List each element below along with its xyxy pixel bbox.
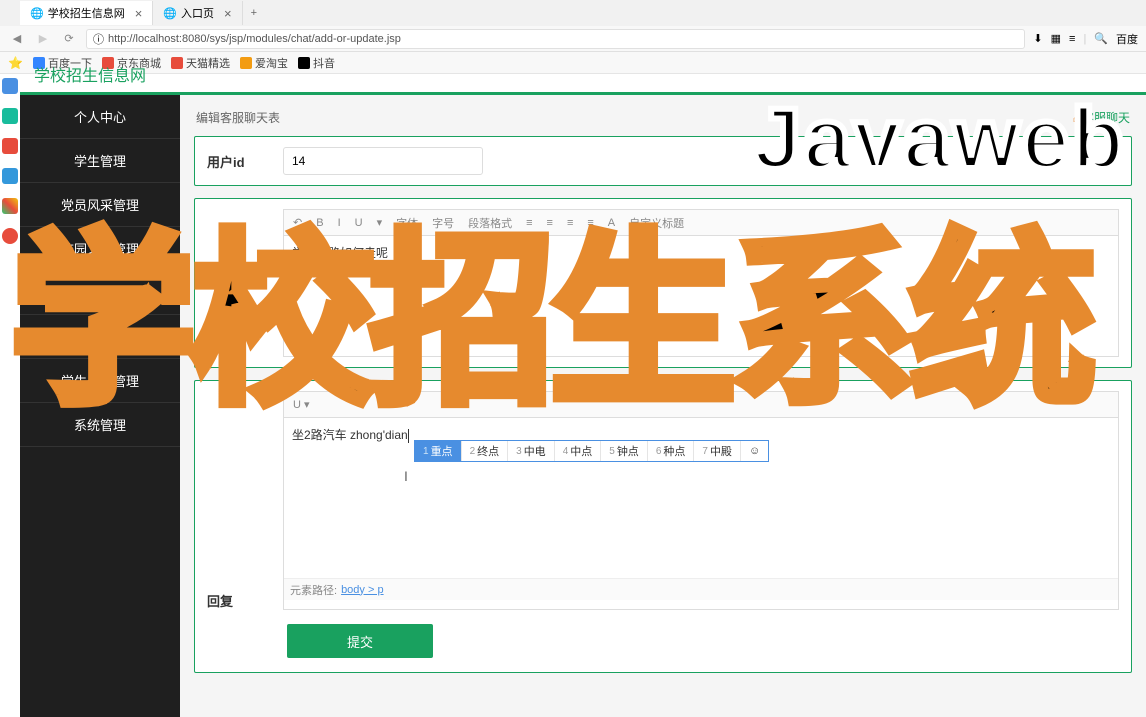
uid-input[interactable] [283,147,483,175]
lock-icon: ⓘ [93,31,104,47]
ime-option[interactable]: 5钟点 [601,441,648,461]
ime-emoji-button[interactable]: ☺ [741,441,768,461]
app-title: 学校招生信息网 [34,62,146,86]
url-input[interactable] [108,33,1018,45]
dropdown-icon[interactable]: ▾ [374,216,386,229]
sidebar-item-student[interactable]: 学生管理 [20,139,180,183]
font-family[interactable]: 字体 [393,215,421,231]
sidebar: 个人中心 学生管理 党员风采管理 校园之家管理 录取 学生录取管理 系统管理 [20,95,180,717]
align-icon[interactable]: ≡ [564,217,576,229]
element-path-link[interactable]: body > p [341,584,384,596]
ime-option[interactable]: 6种点 [648,441,695,461]
element-path-label: 元素路径: [290,582,337,598]
download-icon[interactable]: ⬇ [1033,32,1042,45]
uid-card: 用户id [194,136,1132,186]
ime-option[interactable]: 7中殿 [694,441,741,461]
tab-title: 入口页 [181,5,214,21]
globe-icon: 🌐 [30,7,44,20]
ime-option[interactable]: 4中点 [555,441,602,461]
sidebar-item-profile[interactable]: 个人中心 [20,95,180,139]
address-bar: ◀ ▶ ⟳ ⓘ ⬇ ▦ ≡ | 🔍 百度 [0,26,1146,52]
close-icon[interactable]: × [135,6,143,21]
sidebar-item-system[interactable]: 系统管理 [20,403,180,447]
align-icon[interactable]: ≡ [584,217,596,229]
settings-icon[interactable]: ≡ [1069,33,1075,45]
url-box[interactable]: ⓘ [86,29,1025,49]
rail-icon[interactable] [2,108,18,124]
breadcrumb: 编辑客服聊天表 ⌂ 客服聊天 [194,105,1132,136]
refresh-button[interactable]: ⟳ [60,30,78,48]
editor1-card: ↶ B I U ▾ 字体 字号 段落格式 ≡ ≡ ≡ ≡ A [194,198,1132,368]
breadcrumb-right[interactable]: ⌂ 客服聊天 [1073,109,1130,126]
breadcrumb-title: 编辑客服聊天表 [196,109,280,126]
editor-toolbar: ↶ B I U ▾ 字体 字号 段落格式 ≡ ≡ ≡ ≡ A [284,210,1118,236]
align-icon[interactable]: ≡ [544,217,556,229]
rail-icon[interactable] [2,228,18,244]
reply-label: 回复 [207,391,271,610]
underline-button[interactable]: U [352,217,366,229]
rail-icon[interactable] [2,78,18,94]
font-size[interactable]: 字号 [429,215,457,231]
ime-option[interactable]: 3中电 [508,441,555,461]
back-button[interactable]: ◀ [8,30,26,48]
sidebar-item-student-admit[interactable]: 学生录取管理 [20,359,180,403]
submit-button[interactable]: 提交 [287,624,433,658]
underline-button[interactable]: U ▾ [290,398,313,411]
bold-button[interactable]: B [313,217,326,229]
editor2-content[interactable]: 坐2路汽车 zhong'dian 1重点 2终点 3中电 4中点 5钟点 6种点… [284,418,1118,578]
search-engine-label[interactable]: 百度 [1116,31,1138,47]
sidebar-item-party[interactable]: 党员风采管理 [20,183,180,227]
custom-title[interactable]: 自定义标题 [626,215,687,231]
reply-card: 回复 U ▾ 坐2路汽车 zhong'dian 1重点 2终点 3中电 4中点 [194,380,1132,673]
editor1-content[interactable]: 学校线路如何走呢 [284,236,1118,356]
app-root: 学校招生信息网 个人中心 学生管理 党员风采管理 校园之家管理 录取 学生录取管… [20,56,1146,717]
paragraph-format[interactable]: 段落格式 [465,215,515,231]
tab-title: 学校招生信息网 [48,5,125,21]
rail-icon[interactable] [2,138,18,154]
color-icon[interactable]: A [605,217,618,229]
sidebar-item-blank[interactable] [20,271,180,315]
close-icon[interactable]: × [224,6,232,21]
uid-label: 用户id [207,152,271,171]
new-tab-button[interactable]: + [243,7,265,19]
rail-icon[interactable] [2,198,18,214]
ime-candidate-bar: 1重点 2终点 3中电 4中点 5钟点 6种点 7中殿 ☺ [414,440,769,462]
menu-icon[interactable]: ▦ [1051,32,1061,45]
sidebar-item-campus[interactable]: 校园之家管理 [20,227,180,271]
text-cursor [408,429,409,443]
sidebar-item-admit[interactable]: 录取 [20,315,180,359]
browser-tab-1[interactable]: 🌐 学校招生信息网 × [20,1,153,25]
app-header: 学校招生信息网 [20,56,1146,92]
editor-footer: 元素路径: body > p [284,578,1118,600]
browser-tab-strip: 🌐 学校招生信息网 × 🌐 入口页 × + [0,0,1146,26]
left-icon-rail [0,74,20,244]
ime-option[interactable]: 1重点 [415,441,462,461]
rail-icon[interactable] [2,168,18,184]
browser-tab-2[interactable]: 🌐 入口页 × [153,1,242,25]
italic-button[interactable]: I [335,217,344,229]
main-panel: 编辑客服聊天表 ⌂ 客服聊天 用户id ↶ [180,95,1146,717]
editor1: ↶ B I U ▾ 字体 字号 段落格式 ≡ ≡ ≡ ≡ A [283,209,1119,357]
globe-icon: 🌐 [163,7,177,20]
editor2: U ▾ 坐2路汽车 zhong'dian 1重点 2终点 3中电 4中点 5钟点… [283,391,1119,610]
editor-toolbar: U ▾ [284,392,1118,418]
search-engine-icon: 🔍 [1094,32,1108,45]
align-icon[interactable]: ≡ [523,217,535,229]
text-caret-icon: I [404,468,408,484]
ime-option[interactable]: 2终点 [462,441,509,461]
home-icon: ⌂ [1073,111,1080,125]
forward-button[interactable]: ▶ [34,30,52,48]
undo-icon[interactable]: ↶ [290,216,305,229]
